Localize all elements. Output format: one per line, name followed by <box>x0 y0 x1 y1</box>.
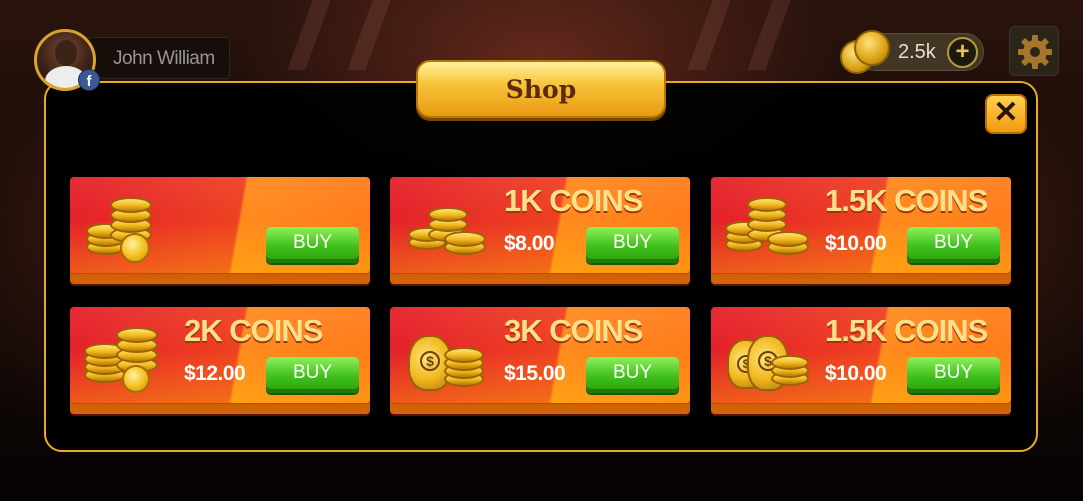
item-price: $12.00 <box>184 362 246 385</box>
buy-button[interactable]: BUY <box>586 357 679 393</box>
shop-item-0: BUY <box>70 177 370 284</box>
close-icon: ✕ <box>993 96 1019 129</box>
item-price: $15.00 <box>504 362 566 385</box>
buy-button[interactable]: BUY <box>266 227 359 263</box>
item-price: $8.00 <box>504 232 555 255</box>
coin-pile-icon <box>80 317 180 401</box>
buy-button[interactable]: BUY <box>586 227 679 263</box>
shop-title: Shop <box>416 60 666 118</box>
item-price: $10.00 <box>825 232 887 255</box>
buy-button[interactable]: BUY <box>907 227 1000 263</box>
money-bag-icon: $ <box>400 317 500 401</box>
shop-item-1: 1K COINS $8.00 BUY <box>390 177 690 284</box>
player-profile[interactable]: John William f <box>34 29 230 91</box>
shop-item-3: 2K COINS $12.00 BUY <box>70 307 370 414</box>
coin-stack-icon <box>838 26 896 76</box>
item-label: 2K COINS <box>184 313 323 348</box>
facebook-icon: f <box>78 69 100 91</box>
add-coins-button[interactable]: + <box>947 37 978 68</box>
money-bags-icon: $ $ <box>721 317 821 401</box>
coin-stack-icon <box>721 187 821 271</box>
gear-icon <box>1018 35 1052 69</box>
shop-item-2: 1.5K COINS $10.00 BUY <box>711 177 1011 284</box>
item-price: $10.00 <box>825 362 887 385</box>
plus-icon: + <box>955 38 970 65</box>
player-name: John William <box>84 37 230 79</box>
item-label: 1.5K COINS <box>825 313 988 348</box>
item-label: 1.5K COINS <box>825 183 988 218</box>
item-label: 3K COINS <box>504 313 643 348</box>
buy-button[interactable]: BUY <box>907 357 1000 393</box>
shop-item-4: $ 3K COINS $15.00 BUY <box>390 307 690 414</box>
close-button[interactable]: ✕ <box>985 94 1027 134</box>
buy-button[interactable]: BUY <box>266 357 359 393</box>
settings-button[interactable] <box>1009 26 1059 76</box>
coin-pile-icon <box>80 187 180 271</box>
coin-balance: 2.5k <box>898 41 936 63</box>
coin-stack-icon <box>400 187 500 271</box>
item-label: 1K COINS <box>504 183 643 218</box>
shop-item-5: $ $ 1.5K COINS $10.00 BUY <box>711 307 1011 414</box>
